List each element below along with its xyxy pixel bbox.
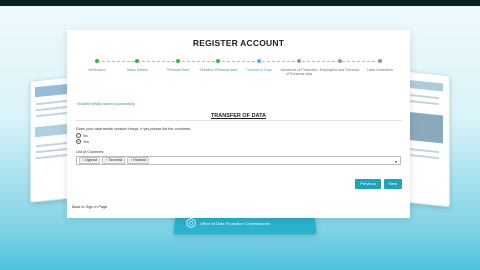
- country-tag[interactable]: × Rwanda: [127, 157, 150, 164]
- radio-no-label: No: [83, 133, 88, 138]
- step-indicator-icon: [95, 59, 99, 63]
- country-tag-label: Tanzania: [108, 158, 123, 162]
- next-button[interactable]: Next: [384, 179, 402, 189]
- divider: [75, 120, 402, 121]
- country-tag[interactable]: × Tanzania: [102, 157, 126, 164]
- step-4: Sensitive Personal data: [198, 59, 238, 72]
- transfer-question: Does your data reside outside Kenya, if …: [76, 127, 192, 131]
- step-7: Employees and Turnover: [320, 59, 360, 72]
- progress-stepper: Verification Basic Details Personal Data Se…: [75, 59, 402, 99]
- radio-yes-label: Yes: [83, 139, 89, 144]
- step-8: Data Controllers: [360, 59, 400, 72]
- radio-option-no[interactable]: No: [76, 133, 88, 138]
- step-label: Verification: [88, 68, 106, 72]
- step-6: Measures of Protection of Personal data: [279, 59, 319, 77]
- step-label: Basic Details: [127, 68, 148, 72]
- footer-text: Office of Data Protection Commissioner: [200, 220, 271, 226]
- step-indicator-icon: [216, 59, 221, 63]
- remove-tag-icon[interactable]: ×: [82, 158, 84, 163]
- step-5: Transfer of Data: [239, 59, 279, 72]
- country-tag-label: Uganda: [85, 158, 98, 162]
- countries-label: List of Countries: [76, 150, 104, 154]
- step-label: Data Controllers: [367, 68, 393, 72]
- footer-logo: Office of Data Protection Commissioner: [186, 218, 270, 228]
- step-2: Basic Details: [117, 59, 157, 72]
- back-to-sign-in-link[interactable]: Back to Sign in Page: [72, 205, 107, 209]
- previous-button[interactable]: Previous: [355, 179, 381, 189]
- shield-logo-icon: [186, 218, 196, 228]
- step-indicator-icon: [378, 59, 382, 63]
- step-3: Personal Data: [158, 59, 198, 72]
- radio-option-yes[interactable]: Yes: [76, 139, 89, 144]
- country-tag[interactable]: × Uganda: [79, 157, 101, 164]
- register-form-card: REGISTER ACCOUNT Verification Basic Detai…: [67, 30, 410, 218]
- step-label: Employees and Turnover: [319, 68, 360, 72]
- step-indicator-icon: [135, 59, 140, 63]
- step-label: Sensitive Personal data: [199, 68, 238, 72]
- radio-no-input[interactable]: [76, 133, 81, 138]
- step-indicator-icon: [175, 59, 180, 63]
- step-indicator-icon: [297, 59, 302, 63]
- page-title: REGISTER ACCOUNT: [192, 38, 285, 48]
- step-label: Transfer of Data: [245, 68, 272, 72]
- section-title: TRANSFER OF DATA: [210, 113, 267, 119]
- radio-yes-input[interactable]: [76, 139, 81, 144]
- step-label: Measures of Protection of Personal data: [280, 68, 318, 77]
- country-tag-label: Rwanda: [133, 158, 147, 162]
- remove-tag-icon[interactable]: ×: [130, 158, 132, 163]
- countries-multiselect[interactable]: × Uganda × Tanzania × Rwanda ▾: [76, 156, 401, 165]
- success-message: Student details saved successfully: [77, 102, 135, 106]
- step-indicator-icon: [337, 59, 342, 63]
- step-1: Verification: [77, 59, 117, 72]
- dropdown-caret-icon[interactable]: ▾: [395, 159, 397, 164]
- step-indicator-icon: [256, 59, 261, 63]
- remove-tag-icon[interactable]: ×: [105, 158, 107, 163]
- step-label: Personal Data: [166, 68, 190, 72]
